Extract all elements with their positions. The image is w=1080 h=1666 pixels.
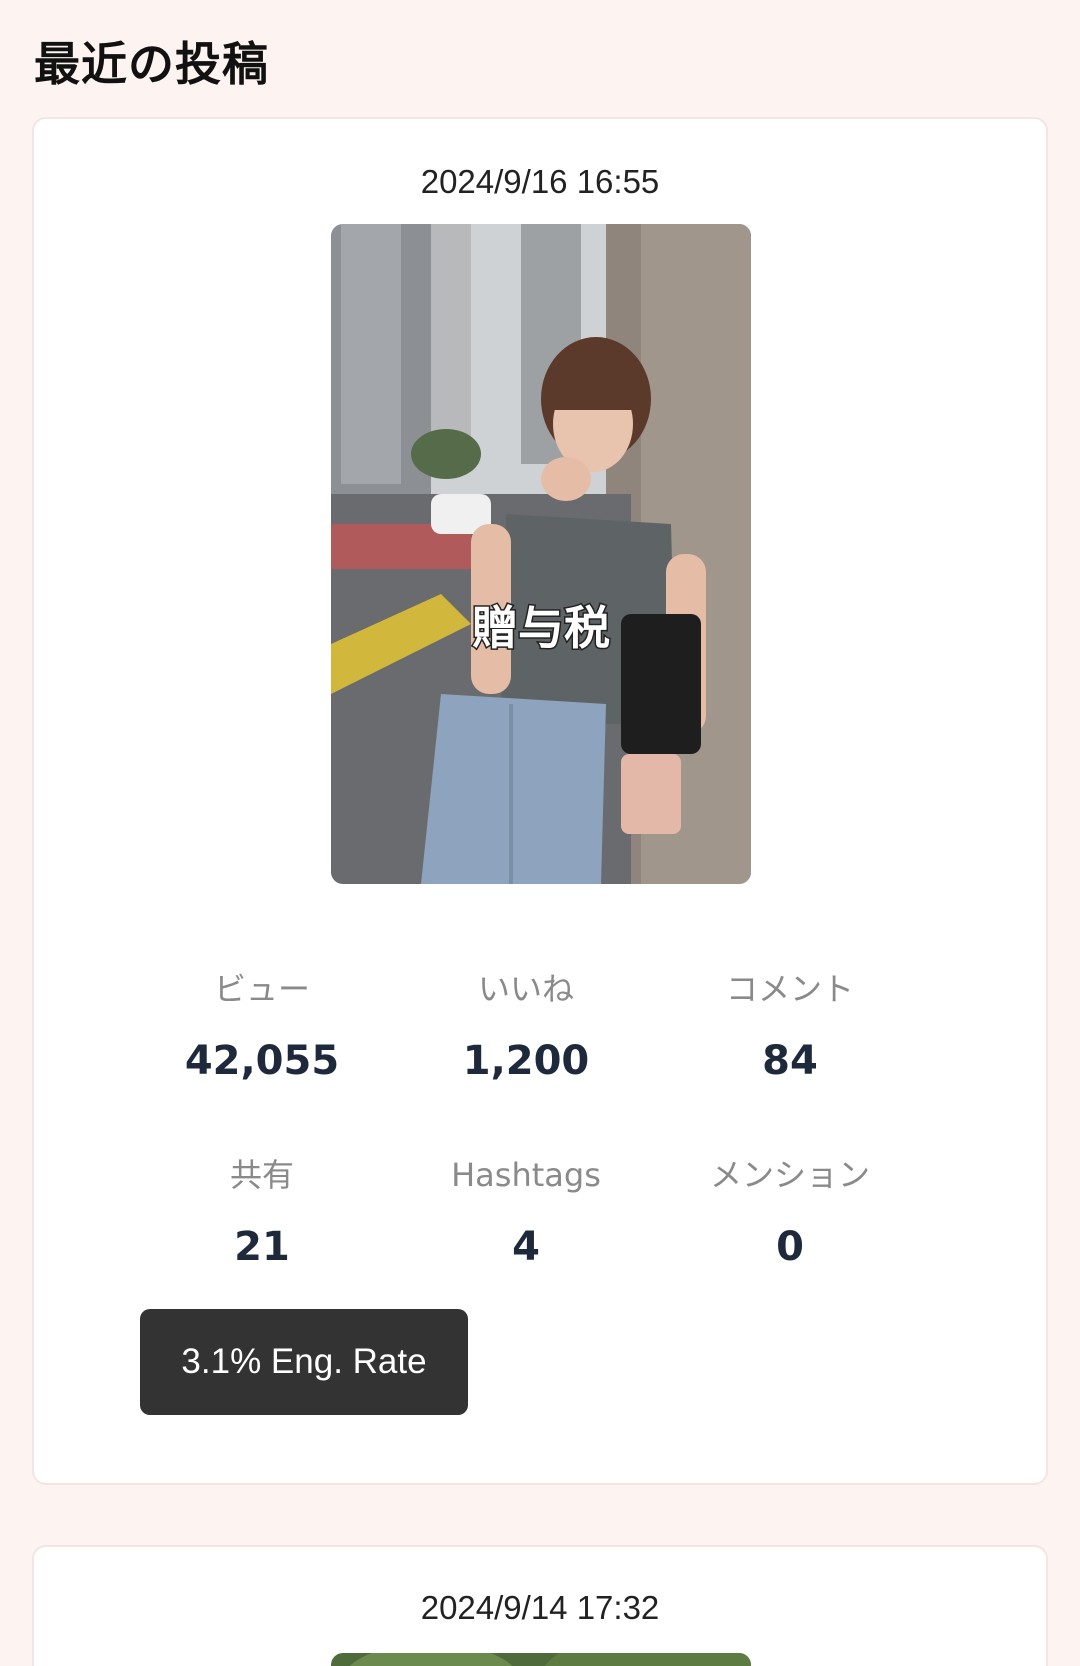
post-thumbnail[interactable]: 贈与税 [331, 224, 751, 884]
stat-likes: いいね 1,200 [394, 967, 658, 1085]
post-date: 2024/9/16 16:55 [420, 163, 660, 200]
stat-value: 4 [512, 1224, 540, 1270]
engagement-rate-badge: 3.1% Eng. Rate [140, 1309, 468, 1415]
stat-label: 共有 [229, 1156, 294, 1194]
stat-value: 21 [234, 1224, 290, 1270]
stat-comments: コメント 84 [658, 967, 922, 1085]
stat-mentions: メンション 0 [658, 1153, 922, 1271]
stat-shares: 共有 21 [130, 1153, 394, 1271]
stat-label: コメント [725, 970, 854, 1008]
stat-value: 84 [762, 1038, 818, 1084]
stat-value: 1,200 [462, 1038, 590, 1084]
recent-posts-page: 最近の投稿 2024/9/16 16:55 贈与税 ビュー 42,055 いいね… [0, 0, 1080, 1666]
post-card[interactable]: 2024/9/14 17:32 [32, 1545, 1048, 1666]
post-thumbnail[interactable] [331, 1653, 751, 1666]
post-thumbnail-image: 贈与税 [331, 224, 751, 884]
stat-label: メンション [709, 1156, 870, 1194]
stat-label: ビュー [213, 970, 310, 1008]
thumbnail-caption: 贈与税 [472, 601, 610, 655]
stat-hashtags: Hashtags 4 [394, 1153, 658, 1271]
post-card[interactable]: 2024/9/16 16:55 贈与税 ビュー 42,055 いいね 1,200… [32, 117, 1048, 1485]
stat-value: 0 [776, 1224, 804, 1270]
stat-label: Hashtags [451, 1156, 601, 1194]
post-date: 2024/9/14 17:32 [420, 1589, 660, 1626]
stat-views: ビュー 42,055 [130, 967, 394, 1085]
section-title: 最近の投稿 [34, 37, 269, 91]
post-thumbnail-image [331, 1653, 751, 1666]
stat-value: 42,055 [184, 1038, 340, 1084]
stat-label: いいね [477, 970, 574, 1008]
